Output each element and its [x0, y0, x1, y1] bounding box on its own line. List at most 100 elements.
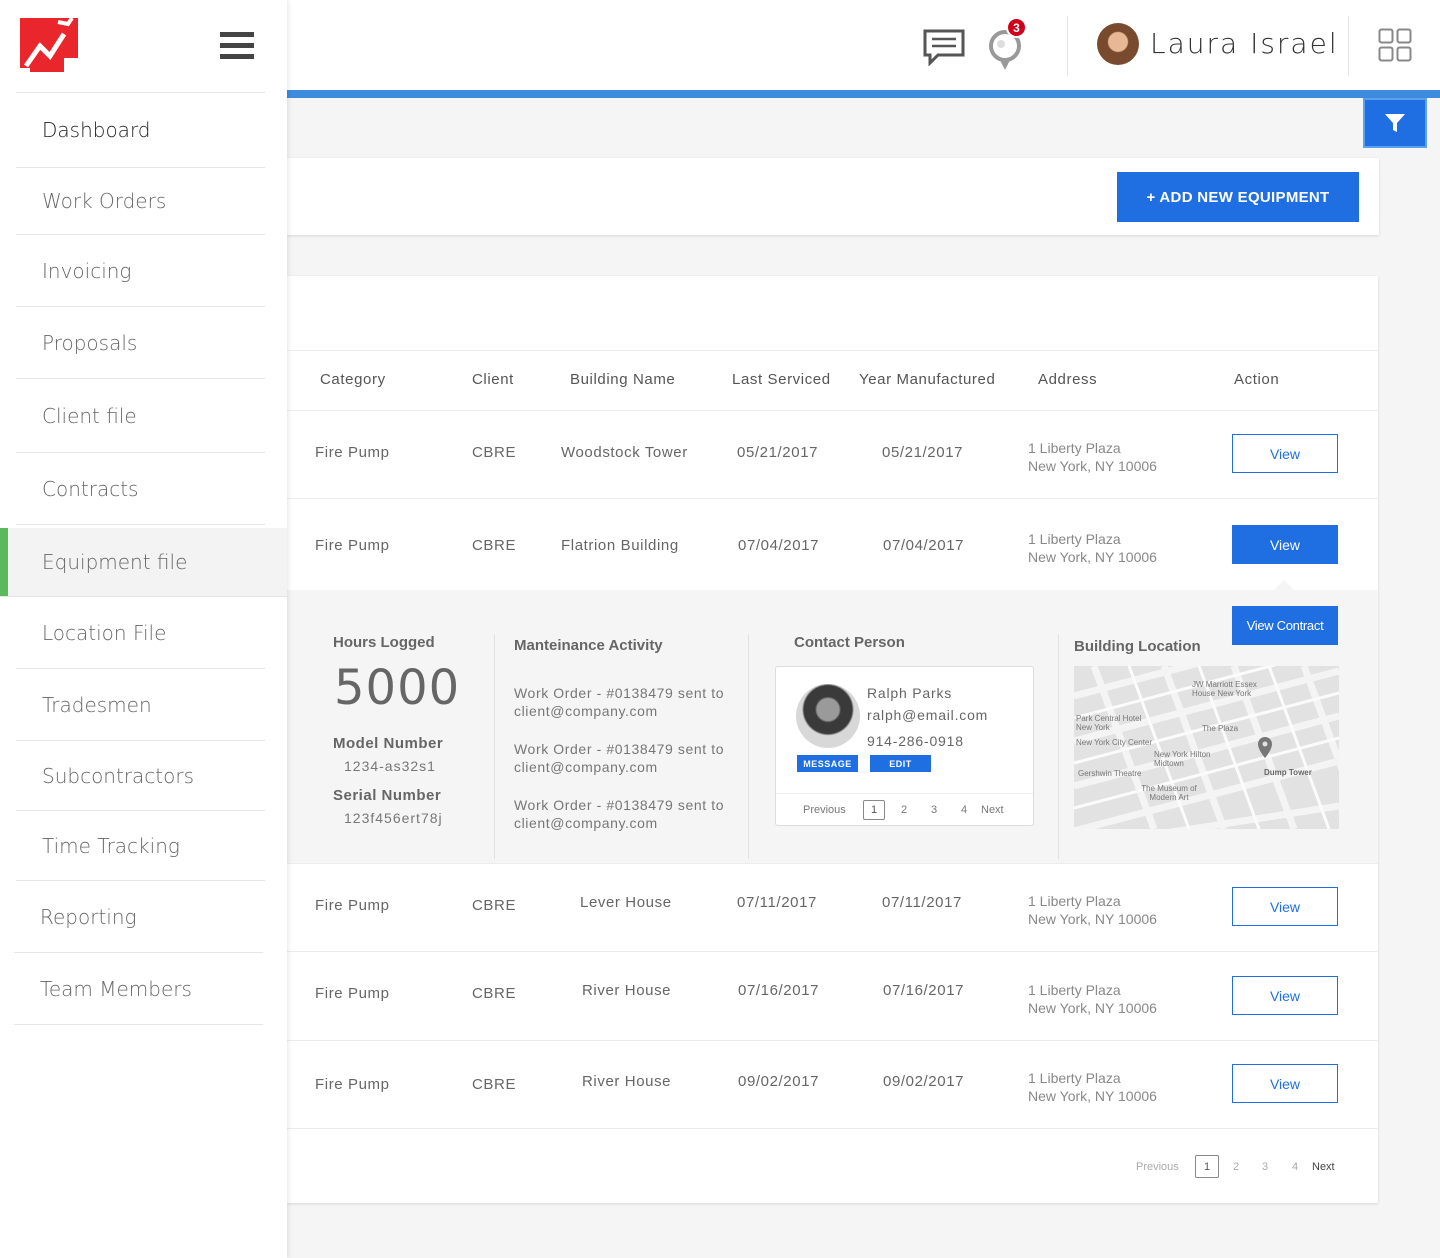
activity-email: client@company.com: [514, 703, 658, 719]
map-label: Park Central Hotel New York: [1076, 714, 1142, 732]
view-button[interactable]: View: [1232, 887, 1338, 926]
cell-last-serviced: 07/11/2017: [737, 894, 817, 911]
pagination-page[interactable]: 1: [1195, 1155, 1219, 1178]
pagination-page[interactable]: 3: [1262, 1161, 1268, 1173]
cell-client: CBRE: [472, 985, 517, 1002]
cell-address-line2: New York, NY 10006: [1028, 549, 1157, 565]
contact-pagination-page[interactable]: 2: [901, 804, 907, 816]
model-number-label: Model Number: [333, 735, 444, 752]
cell-category: Fire Pump: [315, 1076, 390, 1093]
pagination-prev[interactable]: Previous: [1136, 1161, 1179, 1173]
view-contract-button[interactable]: View Contract: [1232, 606, 1338, 645]
col-header-year[interactable]: Year Manufactured: [859, 371, 995, 388]
building-location-map[interactable]: JW Marriott Essex House New York Park Ce…: [1074, 666, 1339, 829]
cell-building: River House: [582, 1073, 672, 1090]
edit-button[interactable]: EDIT: [870, 755, 931, 772]
user-name[interactable]: Laura Israel: [1150, 27, 1339, 60]
cell-building: Woodstock Tower: [561, 444, 688, 461]
col-header-client[interactable]: Client: [472, 371, 514, 388]
contact-pagination-page[interactable]: 4: [961, 804, 967, 816]
detail-divider: [748, 634, 749, 859]
sidebar-item-reporting[interactable]: Reporting: [14, 881, 263, 953]
sidebar-item-time-tracking[interactable]: Time Tracking: [16, 811, 265, 881]
logo-icon[interactable]: [20, 16, 78, 72]
contact-person-title: Contact Person: [794, 634, 905, 651]
message-button[interactable]: MESSAGE: [797, 755, 858, 772]
model-number-value: 1234-as32s1: [344, 758, 436, 774]
activity-text: Work Order - #0138479 sent to: [514, 797, 725, 813]
cell-address-line1: 1 Liberty Plaza: [1028, 893, 1121, 909]
sidebar: Dashboard Work Orders Invoicing Proposal…: [0, 0, 287, 1258]
apps-grid-icon[interactable]: [1378, 28, 1412, 62]
col-header-category[interactable]: Category: [320, 371, 386, 388]
pagination-page[interactable]: 2: [1233, 1161, 1239, 1173]
activity-email: client@company.com: [514, 815, 658, 831]
contact-email[interactable]: ralph@email.com: [867, 707, 988, 723]
sidebar-item-contracts[interactable]: Contracts: [16, 453, 265, 525]
sidebar-item-tradesmen[interactable]: Tradesmen: [16, 669, 265, 741]
sidebar-item-proposals[interactable]: Proposals: [16, 307, 265, 379]
filter-button[interactable]: [1363, 98, 1427, 148]
serial-number-value: 123f456ert78j: [344, 810, 443, 826]
activity-item: Work Order - #0138479 sent to client@comp…: [514, 684, 724, 720]
view-button[interactable]: View: [1232, 1064, 1338, 1103]
sidebar-active-indicator: [0, 528, 8, 596]
cell-year: 09/02/2017: [883, 1073, 965, 1090]
map-label: New York Hilton Midtown: [1154, 750, 1211, 768]
contact-pagination-next[interactable]: Next: [981, 804, 1004, 816]
chat-icon[interactable]: [922, 28, 966, 67]
maintenance-activity-title: Manteinance Activity: [514, 637, 663, 654]
add-equipment-button[interactable]: + ADD NEW EQUIPMENT: [1117, 172, 1359, 222]
cell-address-line1: 1 Liberty Plaza: [1028, 982, 1121, 998]
pagination-page[interactable]: 4: [1292, 1161, 1298, 1173]
cell-year: 07/16/2017: [883, 982, 965, 999]
cell-category: Fire Pump: [315, 444, 390, 461]
col-header-last-serviced[interactable]: Last Serviced: [732, 371, 831, 388]
cell-year: 07/11/2017: [882, 894, 962, 911]
sidebar-item-subcontractors[interactable]: Subcontractors: [16, 741, 265, 811]
table-divider: [287, 863, 1378, 864]
contact-phone: 914-286-0918: [867, 733, 964, 749]
contact-pagination-page[interactable]: 1: [863, 800, 885, 820]
cell-building: Lever House: [580, 894, 672, 911]
cell-category: Fire Pump: [315, 985, 390, 1002]
activity-text: Work Order - #0138479 sent to: [514, 685, 725, 701]
filter-icon: [1385, 114, 1405, 132]
serial-number-label: Serial Number: [333, 787, 442, 804]
sidebar-item-location-file[interactable]: Location File: [16, 597, 265, 669]
sidebar-item-equipment-file[interactable]: Equipment file: [0, 528, 287, 597]
table-divider: [287, 951, 1378, 952]
col-header-address[interactable]: Address: [1038, 371, 1097, 388]
sidebar-item-team-members[interactable]: Team Members: [14, 953, 263, 1025]
cell-last-serviced: 07/16/2017: [738, 982, 820, 999]
cell-client: CBRE: [472, 1076, 517, 1093]
cell-last-serviced: 09/02/2017: [738, 1073, 820, 1090]
cell-address-line2: New York, NY 10006: [1028, 911, 1157, 927]
contact-pagination-divider: [776, 793, 1033, 794]
activity-item: Work Order - #0138479 sent to client@comp…: [514, 740, 724, 776]
avatar[interactable]: [1097, 23, 1139, 65]
view-button[interactable]: View: [1232, 434, 1338, 473]
activity-text: Work Order - #0138479 sent to: [514, 741, 725, 757]
table-divider: [287, 1128, 1378, 1129]
map-label: The Museum of Modern Art: [1141, 784, 1197, 802]
col-header-building[interactable]: Building Name: [570, 371, 675, 388]
pagination-next[interactable]: Next: [1312, 1161, 1335, 1173]
contact-pagination-prev[interactable]: Previous: [803, 804, 846, 816]
contact-pagination-page[interactable]: 3: [931, 804, 937, 816]
view-button-active[interactable]: View: [1232, 525, 1338, 564]
sidebar-item-invoicing[interactable]: Invoicing: [16, 235, 265, 307]
cell-address-line1: 1 Liberty Plaza: [1028, 531, 1121, 547]
cell-building: River House: [582, 982, 672, 999]
building-location-title: Building Location: [1074, 638, 1201, 655]
sidebar-item-dashboard[interactable]: Dashboard: [16, 93, 265, 168]
view-button[interactable]: View: [1232, 976, 1338, 1015]
hamburger-menu-icon[interactable]: [220, 32, 254, 60]
detail-pointer: [1274, 580, 1294, 590]
contact-name: Ralph Parks: [867, 685, 953, 701]
cell-address-line2: New York, NY 10006: [1028, 1088, 1157, 1104]
hours-logged-title: Hours Logged: [333, 634, 435, 651]
contact-photo: [796, 684, 860, 748]
sidebar-item-work-orders[interactable]: Work Orders: [16, 168, 265, 235]
sidebar-item-client-file[interactable]: Client file: [16, 379, 265, 453]
